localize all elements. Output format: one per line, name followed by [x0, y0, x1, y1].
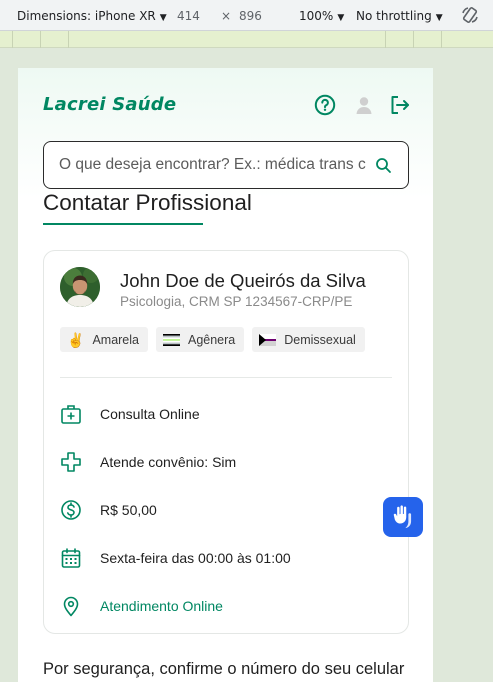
height-input[interactable]: 896	[239, 9, 262, 23]
calendar-icon	[61, 548, 81, 568]
devtools-toolbar: Dimensions: iPhone XR ▼ 414 × 896 100% ▼ N…	[0, 0, 493, 31]
security-confirm-text: Por segurança, confirme o número do seu …	[43, 660, 405, 678]
location-pin-icon	[63, 596, 79, 617]
demisexual-flag-icon	[259, 333, 277, 346]
sign-language-hands-icon	[393, 505, 412, 529]
chevron-down-icon: ▼	[435, 13, 443, 23]
medical-kit-icon	[61, 405, 81, 424]
times-sign: ×	[221, 9, 232, 23]
brand-logo[interactable]: Lacrei Saúde	[43, 94, 176, 115]
tag-label: Agênera	[187, 332, 236, 347]
chevron-down-icon: ▼	[337, 13, 345, 23]
professional-specialty: Psicologia, CRM SP 1234567-CRP/PE	[120, 294, 353, 309]
price-row: R$ 50,00	[60, 499, 157, 521]
logout-icon[interactable]	[389, 94, 411, 116]
consult-type-text: Consulta Online	[100, 406, 200, 422]
title-underline	[43, 223, 203, 225]
accessibility-libras-button[interactable]	[383, 497, 423, 537]
agender-flag-icon	[162, 333, 180, 346]
divider	[60, 377, 392, 378]
device-viewport: Lacrei Saúde Contatar Profissional	[18, 68, 433, 682]
location-text: Atendimento Online	[100, 598, 223, 614]
insurance-row: Atende convênio: Sim	[60, 451, 236, 473]
help-icon[interactable]	[314, 94, 336, 116]
location-row: Atendimento Online	[60, 595, 223, 617]
tag-amarela: ✌ Amarela	[60, 327, 148, 352]
insurance-text: Atende convênio: Sim	[100, 454, 237, 470]
tag-label: Demissexual	[284, 332, 356, 347]
schedule-row: Sexta-feira das 00:00 às 01:00	[60, 547, 291, 569]
zoom-dropdown[interactable]: 100% ▼	[299, 9, 344, 23]
throttling-label: No throttling	[356, 9, 432, 23]
user-icon[interactable]	[353, 94, 375, 116]
chevron-down-icon: ▼	[159, 13, 167, 23]
schedule-text: Sexta-feira das 00:00 às 01:00	[100, 550, 291, 566]
dollar-icon	[61, 500, 81, 520]
tag-demissexual: Demissexual	[252, 327, 365, 352]
health-cross-icon	[61, 452, 81, 472]
price-text: R$ 50,00	[100, 502, 157, 518]
width-input[interactable]: 414	[177, 9, 200, 23]
page-title: Contatar Profissional	[43, 190, 252, 215]
search-input[interactable]	[59, 154, 371, 176]
rotate-icon[interactable]	[460, 5, 480, 25]
dimensions-dropdown[interactable]: Dimensions: iPhone XR ▼	[17, 9, 167, 23]
dimensions-label: Dimensions: iPhone XR	[17, 9, 156, 23]
device-ruler	[0, 31, 493, 48]
zoom-label: 100%	[299, 9, 334, 23]
throttling-dropdown[interactable]: No throttling ▼	[356, 9, 443, 23]
tag-label: Amarela	[92, 332, 139, 347]
professional-card: John Doe de Queirós da Silva Psicologia,…	[43, 250, 409, 634]
avatar	[60, 267, 100, 307]
identity-tags: ✌ Amarela Agênera Demissexual	[60, 327, 365, 352]
search-box	[43, 141, 409, 189]
consult-type-row: Consulta Online	[60, 403, 200, 425]
search-icon[interactable]	[375, 157, 392, 174]
tag-agenera: Agênera	[155, 327, 245, 352]
victory-hand-icon: ✌	[67, 331, 85, 348]
professional-name: John Doe de Queirós da Silva	[120, 270, 366, 291]
